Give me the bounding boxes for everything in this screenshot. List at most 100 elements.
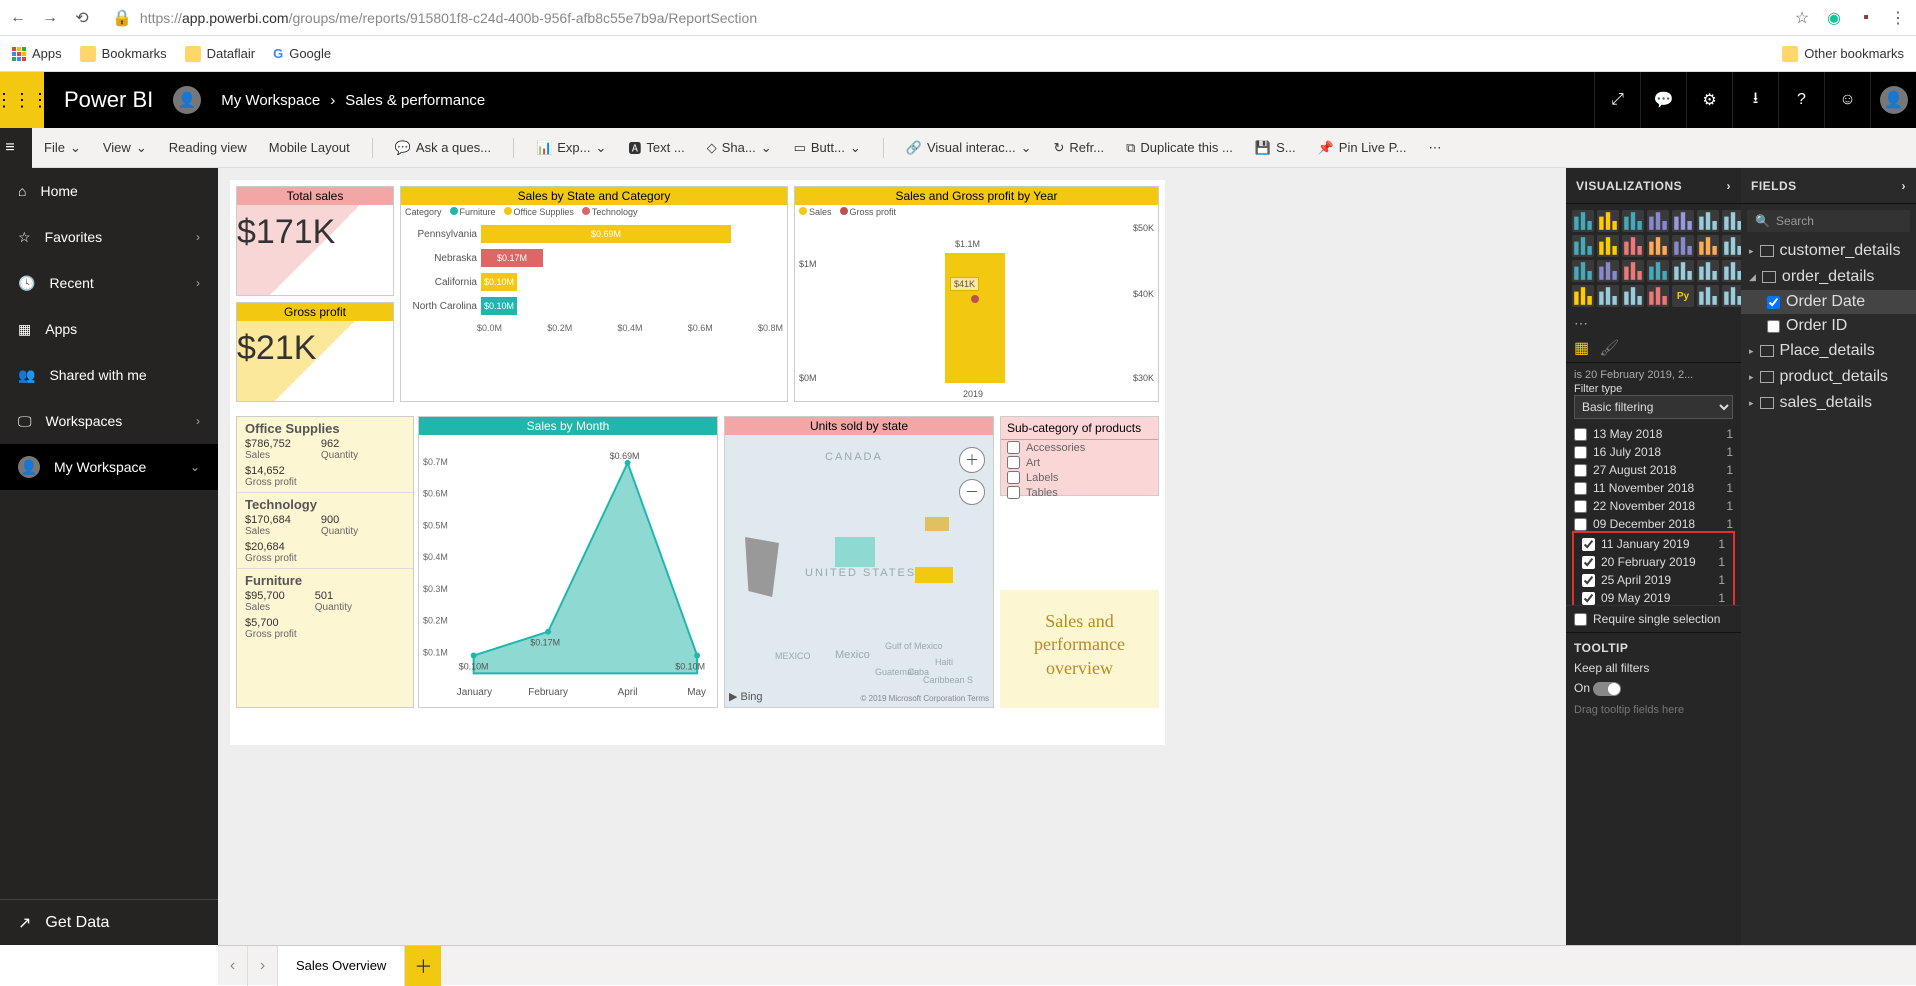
nav-collapse-icon[interactable]: ≡ — [0, 128, 32, 168]
filter-item[interactable]: 13 May 20181 — [1566, 425, 1741, 443]
viz-type-icon[interactable] — [1572, 285, 1594, 307]
ask-question-button[interactable]: 💬 Ask a ques... — [395, 140, 491, 156]
download-icon[interactable]: ⭳ — [1732, 72, 1778, 128]
refresh-button[interactable]: ↻ Refr... — [1054, 140, 1105, 156]
view-menu[interactable]: View ⌄ — [103, 140, 147, 156]
viz-type-icon[interactable] — [1697, 235, 1719, 257]
slicer-item[interactable]: Art — [1001, 455, 1158, 470]
viz-type-icon[interactable] — [1647, 285, 1669, 307]
grammarly-icon[interactable]: ◉ — [1824, 8, 1844, 28]
nav-home[interactable]: ⌂ Home — [0, 168, 218, 214]
page-tab[interactable]: Sales Overview — [278, 946, 405, 986]
browser-menu-icon[interactable]: ⋮ — [1888, 8, 1908, 28]
viz-type-icon[interactable] — [1647, 235, 1669, 257]
bookmark-link[interactable]: GGoogle — [273, 46, 331, 61]
shapes-button[interactable]: ◇ Sha... ⌄ — [707, 140, 772, 156]
viz-type-icon[interactable]: Py — [1672, 285, 1694, 307]
table-row[interactable]: ◢ order_details — [1741, 264, 1916, 290]
viz-type-icon[interactable] — [1622, 235, 1644, 257]
add-page-button[interactable]: ＋ — [405, 946, 441, 986]
viz-type-icon[interactable] — [1672, 260, 1694, 282]
filter-item[interactable]: 25 April 20191 — [1574, 571, 1733, 589]
back-button[interactable]: ← — [8, 8, 28, 28]
field-row[interactable]: Order Date — [1741, 290, 1916, 314]
viz-type-icon[interactable] — [1672, 210, 1694, 232]
tab-prev[interactable]: ‹ — [218, 946, 248, 986]
app-launcher-icon[interactable]: ⋮⋮⋮ — [0, 72, 44, 128]
more-icon[interactable]: ⋯ — [1428, 140, 1441, 156]
table-row[interactable]: ▸ Place_details — [1741, 338, 1916, 364]
pin-button[interactable]: 📌 Pin Live P... — [1318, 140, 1407, 156]
viz-type-icon[interactable] — [1672, 235, 1694, 257]
tooltip-toggle[interactable]: On — [1574, 681, 1733, 696]
card-subcategory[interactable]: Sub-category of products Accessories Art… — [1000, 416, 1159, 496]
save-button[interactable]: 💾 S... — [1255, 140, 1296, 156]
tab-next[interactable]: › — [248, 946, 278, 986]
viz-type-icon[interactable] — [1597, 285, 1619, 307]
slicer-item[interactable]: Accessories — [1001, 440, 1158, 455]
card-sales-by-state[interactable]: Sales by State and Category Category Fur… — [400, 186, 788, 402]
get-data-button[interactable]: ↗ Get Data — [0, 899, 218, 945]
zoom-out-button[interactable]: － — [959, 479, 985, 505]
field-row[interactable]: Order ID — [1741, 314, 1916, 338]
viz-type-icon[interactable] — [1572, 210, 1594, 232]
star-icon[interactable]: ☆ — [1792, 8, 1812, 28]
nav-apps[interactable]: ▦ Apps — [0, 306, 218, 352]
workspace-crumb[interactable]: My Workspace — [221, 92, 320, 109]
more-visuals-icon[interactable]: ⋯ — [1566, 313, 1741, 334]
reload-button[interactable]: ⟲ — [72, 8, 92, 28]
pane-header[interactable]: VISUALIZATIONS› — [1566, 168, 1741, 204]
buttons-button[interactable]: ▭ Butt... ⌄ — [794, 140, 861, 156]
explore-button[interactable]: 📊 Exp... ⌄ — [536, 140, 606, 156]
extension-icon[interactable]: ▪ — [1856, 8, 1876, 28]
viz-type-icon[interactable] — [1597, 260, 1619, 282]
card-sales-by-month[interactable]: Sales by Month $0.7M$0.6M$0.5M $0.4M$0.3… — [418, 416, 718, 708]
report-crumb[interactable]: Sales & performance — [345, 92, 485, 109]
nav-recent[interactable]: 🕓 Recent› — [0, 260, 218, 306]
filter-item[interactable]: 22 November 20181 — [1566, 497, 1741, 515]
textbox-button[interactable]: 🅰 Text ... — [628, 138, 684, 157]
viz-type-icon[interactable] — [1597, 235, 1619, 257]
bookmark-folder[interactable]: Dataflair — [185, 46, 255, 62]
filter-item[interactable]: 11 November 20181 — [1566, 479, 1741, 497]
card-total-sales[interactable]: Total sales $171K — [236, 186, 394, 296]
comments-icon[interactable]: 💬 — [1640, 72, 1686, 128]
fullscreen-icon[interactable]: ⤢ — [1594, 72, 1640, 128]
card-gross-profit[interactable]: Gross profit $21K — [236, 302, 394, 402]
filter-item[interactable]: 11 January 20191 — [1574, 535, 1733, 553]
fields-search[interactable]: 🔍 Search — [1747, 210, 1910, 232]
bookmark-folder[interactable]: Bookmarks — [80, 46, 167, 62]
viz-type-icon[interactable] — [1622, 210, 1644, 232]
help-icon[interactable]: ? — [1778, 72, 1824, 128]
visual-interactions-button[interactable]: 🔗 Visual interac... ⌄ — [906, 140, 1032, 156]
user-avatar[interactable]: 👤 — [1870, 72, 1916, 128]
feedback-smile-icon[interactable]: ☺ — [1824, 72, 1870, 128]
url-bar[interactable]: 🔒 https://app.powerbi.com/groups/me/repo… — [104, 8, 1780, 28]
viz-type-icon[interactable] — [1622, 285, 1644, 307]
require-single-row[interactable]: Require single selection — [1566, 605, 1741, 632]
nav-workspaces[interactable]: 🖵 Workspaces› — [0, 398, 218, 444]
slicer-item[interactable]: Labels — [1001, 470, 1158, 485]
filter-item[interactable]: 16 July 20181 — [1566, 443, 1741, 461]
card-sales-year[interactable]: Sales and Gross profit by Year Sales Gro… — [794, 186, 1159, 402]
viz-type-icon[interactable] — [1697, 210, 1719, 232]
table-row[interactable]: ▸ sales_details — [1741, 390, 1916, 416]
slicer-item[interactable]: Tables — [1001, 485, 1158, 500]
viz-type-icon[interactable] — [1647, 210, 1669, 232]
viz-type-icon[interactable] — [1697, 285, 1719, 307]
zoom-in-button[interactable]: ＋ — [959, 447, 985, 473]
card-map[interactable]: Units sold by state CANADA UNITED STATES… — [724, 416, 994, 708]
viz-type-icon[interactable] — [1572, 235, 1594, 257]
nav-shared[interactable]: 👥 Shared with me — [0, 352, 218, 398]
fields-tab-icon[interactable]: ▦ — [1574, 338, 1589, 358]
filter-item[interactable]: 27 August 20181 — [1566, 461, 1741, 479]
card-category-kpis[interactable]: Office Supplies$786,752Sales962Quantity$… — [236, 416, 414, 708]
viz-type-icon[interactable] — [1697, 260, 1719, 282]
format-tab-icon[interactable]: 🖌 — [1599, 338, 1619, 358]
other-bookmarks[interactable]: Other bookmarks — [1782, 46, 1904, 62]
viz-type-icon[interactable] — [1597, 210, 1619, 232]
settings-gear-icon[interactable]: ⚙ — [1686, 72, 1732, 128]
forward-button[interactable]: → — [40, 8, 60, 28]
mobile-layout-button[interactable]: Mobile Layout — [269, 140, 350, 155]
filter-type-select[interactable]: Basic filtering — [1574, 395, 1733, 419]
